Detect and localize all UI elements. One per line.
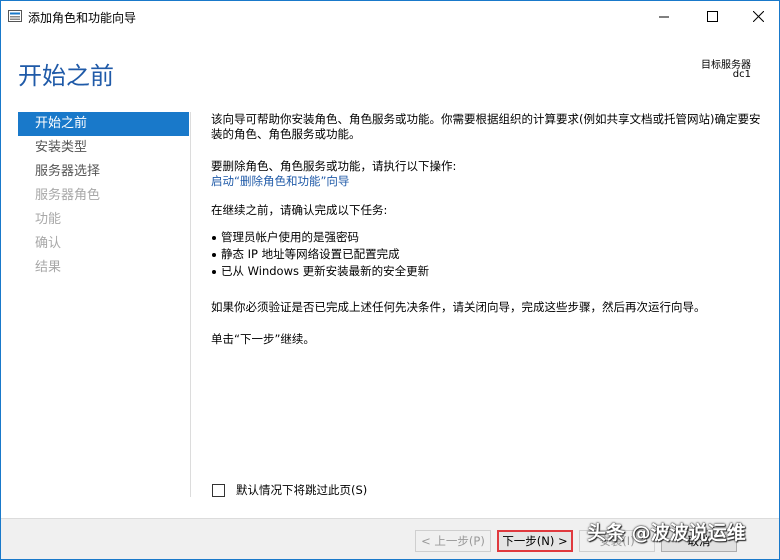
list-item: 静态 IP 地址等网络设置已配置完成: [211, 247, 761, 264]
minimize-button[interactable]: [641, 1, 687, 32]
title-bar[interactable]: 添加角色和功能向导: [1, 1, 779, 32]
list-item: 已从 Windows 更新安装最新的安全更新: [211, 264, 761, 281]
remove-instruction-text: 要删除角色、角色服务或功能，请执行以下操作:: [211, 159, 457, 173]
previous-button: < 上一步(P): [415, 530, 491, 552]
close-icon: [752, 11, 764, 22]
next-hint-text: 单击“下一步”继续。: [211, 332, 315, 346]
minimize-icon: [658, 16, 669, 18]
nav-item-server-selection[interactable]: 服务器选择: [18, 160, 189, 184]
wizard-window: 添加角色和功能向导 开始之前 目标服务器 dc1 开始之前 安装类型 服务器选择…: [0, 0, 780, 560]
nav-item-server-roles: 服务器角色: [35, 188, 101, 203]
skip-page-label[interactable]: 默认情况下将跳过此页(S): [236, 482, 367, 498]
wizard-content: 开始之前 目标服务器 dc1 开始之前 安装类型 服务器选择 服务器角色 功能 …: [1, 32, 779, 518]
next-button[interactable]: 下一步(N) >: [497, 530, 573, 552]
skip-page-option[interactable]: 默认情况下将跳过此页(S): [212, 482, 367, 498]
nav-item-features: 功能: [35, 212, 62, 227]
nav-divider: [190, 112, 191, 497]
destination-server-value: dc1: [732, 69, 751, 80]
page-title: 开始之前: [18, 62, 114, 90]
main-text: 该向导可帮助你安装角色、角色服务或功能。你需要根据组织的计算要求(例如共享文档或…: [211, 112, 761, 347]
verify-note-text: 如果你必须验证是否已完成上述任何先决条件，请关闭向导，完成这些步骤，然后再次运行…: [211, 300, 706, 314]
maximize-button[interactable]: [689, 1, 735, 32]
window-title: 添加角色和功能向导: [28, 11, 137, 25]
nav-item-confirmation: 确认: [35, 236, 62, 251]
remove-roles-wizard-link[interactable]: 启动“删除角色和功能”向导: [211, 174, 761, 189]
watermark: 头条 @波波说运维: [587, 522, 746, 544]
nav-item-before-you-begin[interactable]: 开始之前: [18, 112, 189, 136]
nav-item-installation-type[interactable]: 安装类型: [18, 136, 189, 160]
maximize-icon: [706, 11, 718, 22]
close-button[interactable]: [735, 1, 780, 32]
skip-page-checkbox[interactable]: [212, 483, 225, 497]
server-manager-icon: [8, 10, 22, 22]
intro-text: 该向导可帮助你安装角色、角色服务或功能。你需要根据组织的计算要求(例如共享文档或…: [211, 112, 761, 141]
wizard-nav: 开始之前 安装类型 服务器选择 服务器角色 功能 确认 结果: [18, 112, 189, 280]
before-continue-text: 在继续之前，请确认完成以下任务:: [211, 203, 388, 217]
nav-item-results: 结果: [35, 260, 62, 275]
task-list: 管理员帐户使用的是强密码 静态 IP 地址等网络设置已配置完成 已从 Windo…: [211, 230, 761, 281]
list-item: 管理员帐户使用的是强密码: [211, 230, 761, 247]
